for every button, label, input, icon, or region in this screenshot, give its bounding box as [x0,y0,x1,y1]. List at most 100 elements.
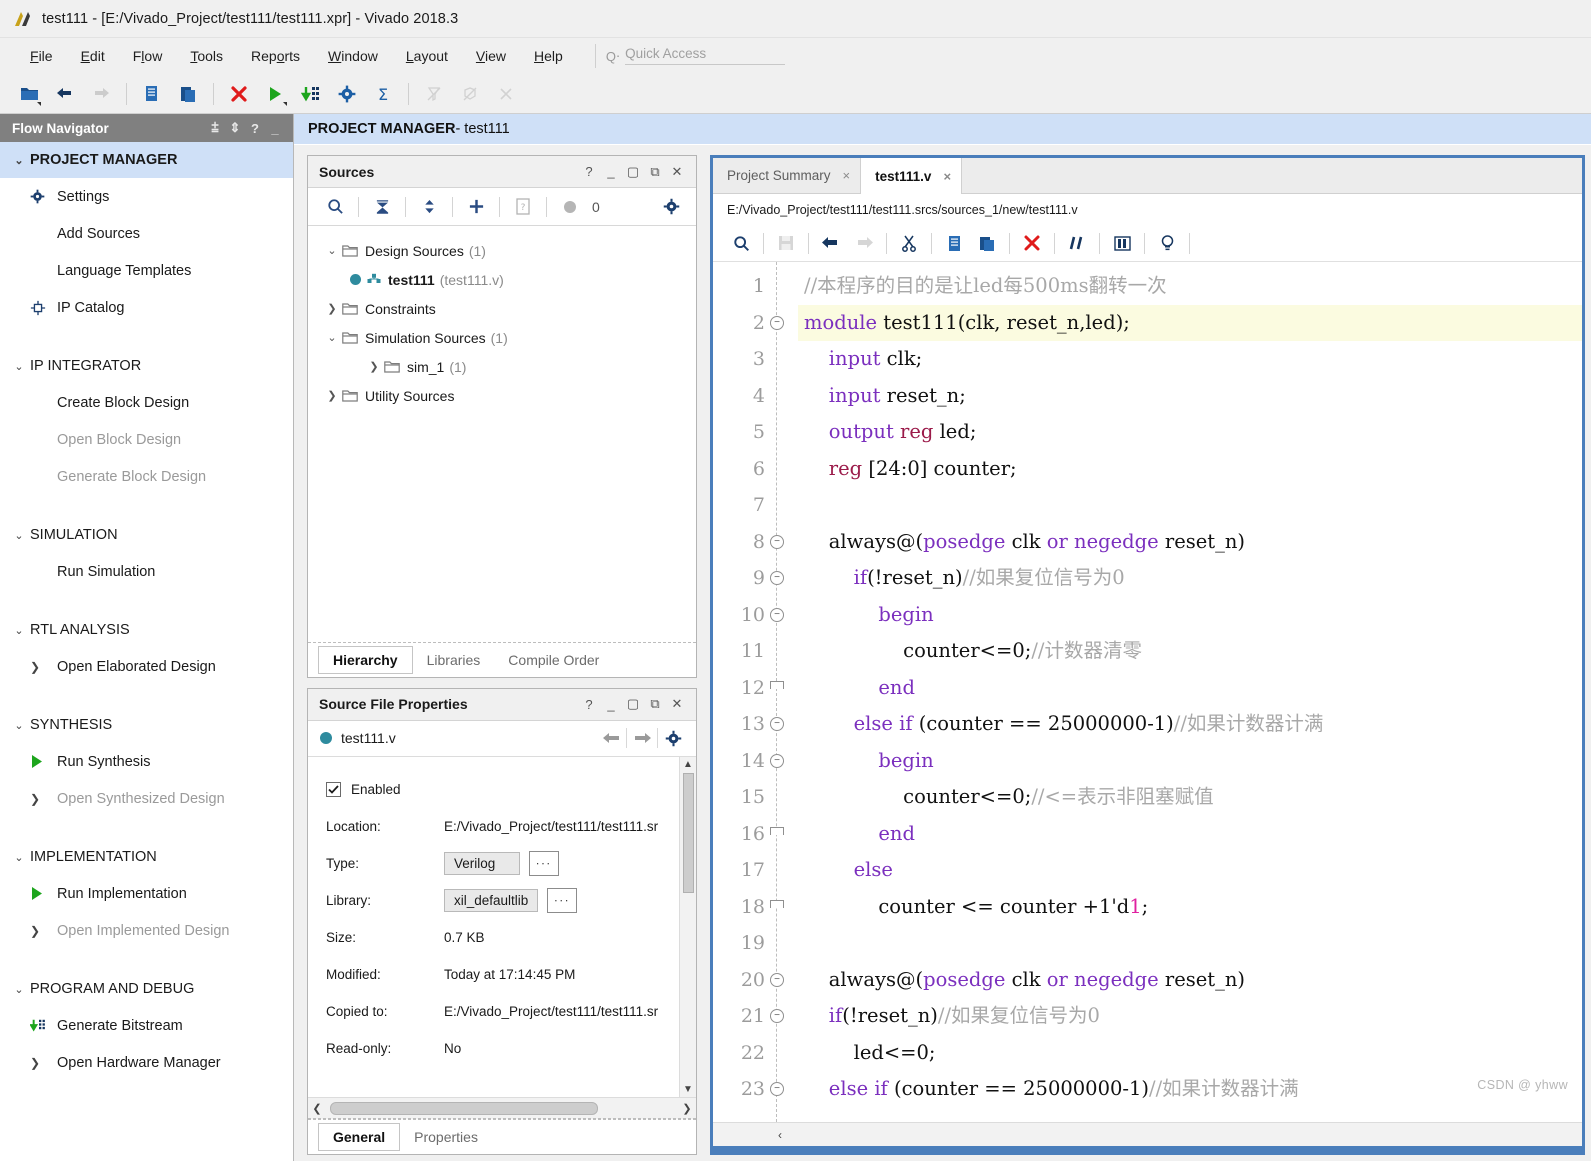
settings-gear-icon[interactable] [332,80,362,108]
code-line[interactable]: counter<=0;//<=表示非阻塞赋值 [798,779,1582,816]
code-line[interactable]: always@(posedge clk or negedge reset_n) [798,524,1582,561]
scroll-left-icon[interactable]: ❮ [308,1102,326,1115]
undo-icon[interactable] [815,229,847,257]
fold-collapse-icon[interactable]: − [770,1082,784,1096]
fold-end-icon[interactable] [770,826,784,835]
fn-item-generate-bitstream[interactable]: Generate Bitstream [0,1007,293,1044]
no-bitstream-icon[interactable] [491,80,521,108]
close-icon[interactable]: ✕ [666,164,688,180]
float-icon[interactable]: ⧉ [644,696,666,712]
fold-end-icon[interactable] [770,680,784,689]
scroll-down-icon[interactable]: ▼ [683,1084,693,1095]
tab-compile-order[interactable]: Compile Order [494,643,613,677]
editor-horizontal-scrollbar[interactable]: ‹ [713,1122,1582,1146]
fn-item-ip-catalog[interactable]: IP Catalog [0,289,293,326]
chevron-right-icon[interactable]: ❯ [322,302,342,315]
code-line[interactable]: if(!reset_n)//如果复位信号为0 [798,998,1582,1035]
tab-properties[interactable]: Properties [400,1120,492,1154]
tab-libraries[interactable]: Libraries [413,643,495,677]
redo-icon[interactable] [848,229,880,257]
fn-item-open-elaborated-design[interactable]: ❯ Open Elaborated Design [0,648,293,685]
close-icon[interactable]: × [943,169,951,184]
delete-icon[interactable] [224,80,254,108]
code-line[interactable]: always@(posedge clk or negedge reset_n) [798,962,1582,999]
maximize-icon[interactable]: ▢ [622,164,644,180]
code-line[interactable]: else if (counter == 25000000-1)//如果计数器计满 [798,1071,1582,1108]
paste-icon[interactable] [971,229,1003,257]
fn-section-simulation[interactable]: ⌄ SIMULATION [0,517,293,553]
scroll-track[interactable] [326,1101,678,1115]
fn-section-synthesis[interactable]: ⌄ SYNTHESIS [0,707,293,743]
tree-node-simulation-sources[interactable]: ⌄ Simulation Sources (1) [308,323,696,352]
code-line[interactable]: module test111(clk, reset_n,led); [798,304,1582,341]
tree-node-utility-sources[interactable]: ❯ Utility Sources [308,381,696,410]
tree-node-sim-1[interactable]: ❯ sim_1 (1) [308,352,696,381]
fold-collapse-icon[interactable]: − [770,972,784,987]
menu-view[interactable]: View [462,45,520,67]
code-line[interactable]: led<=0; [798,1035,1582,1072]
menu-flow[interactable]: Flow [119,45,177,67]
fn-item-open-block-design[interactable]: Open Block Design [0,421,293,458]
save-icon[interactable] [770,229,802,257]
code-line[interactable]: if(!reset_n)//如果复位信号为0 [798,560,1582,597]
no-implementation-icon[interactable] [455,80,485,108]
float-icon[interactable]: ⧉ [644,164,666,180]
chevron-down-icon[interactable]: ⌄ [322,331,342,344]
run-icon[interactable] [260,80,290,108]
minimize-icon[interactable]: _ [600,164,622,179]
code-line[interactable]: input clk; [798,341,1582,378]
type-browse-button[interactable]: ∙∙∙ [529,850,559,876]
code-line[interactable]: end [798,670,1582,707]
tab-hierarchy[interactable]: Hierarchy [318,645,413,674]
fold-collapse-icon[interactable]: − [770,315,784,330]
code-area[interactable]: 1 2 3 4 5 6 7 8 9 10 11 12 13 14 15 16 17 18 19 20 21 22 23 − −… [713,262,1582,1122]
code-line[interactable]: output reg led; [798,414,1582,451]
enabled-row[interactable]: Enabled [326,771,679,808]
menu-edit[interactable]: Edit [67,45,119,67]
editor-tab-project-summary[interactable]: Project Summary × [713,158,860,193]
menu-window[interactable]: Window [314,45,392,67]
code-line[interactable]: begin [798,743,1582,780]
library-value[interactable]: xil_defaultlib [444,888,539,912]
code-line[interactable]: //本程序的目的是让led每500ms翻转一次 [798,268,1582,305]
code-line[interactable]: reg [24:0] counter; [798,451,1582,488]
properties-vertical-scrollbar[interactable]: ▲ ▼ [679,756,696,1097]
open-project-icon[interactable] [14,80,44,108]
plus-icon[interactable] [461,194,491,220]
bulb-icon[interactable] [1151,229,1183,257]
help-icon[interactable]: ? [578,697,600,712]
code-line[interactable] [798,925,1582,962]
code-line[interactable]: counter<=0;//计数器清零 [798,633,1582,670]
delete-icon[interactable] [1016,229,1048,257]
quick-access-input[interactable] [625,45,786,65]
menu-help[interactable]: Help [520,45,577,67]
forward-arrow-icon[interactable] [627,731,657,745]
fn-section-rtl-analysis[interactable]: ⌄ RTL ANALYSIS [0,612,293,648]
fn-item-create-block-design[interactable]: Create Block Design [0,384,293,421]
help-icon[interactable]: ? [578,164,600,179]
menu-layout[interactable]: Layout [392,45,462,67]
tab-general[interactable]: General [318,1123,401,1151]
scroll-thumb[interactable] [330,1101,598,1115]
help-icon[interactable]: ? [245,121,265,136]
fold-collapse-icon[interactable]: − [770,717,784,731]
fn-item-open-implemented-design[interactable]: ❯ Open Implemented Design [0,912,293,949]
fn-item-run-simulation[interactable]: Run Simulation [0,553,293,590]
fold-collapse-icon[interactable]: − [770,571,784,585]
search-icon[interactable] [725,229,757,257]
library-browse-button[interactable]: ∙∙∙ [547,887,578,913]
fold-collapse-icon[interactable]: − [770,1009,784,1023]
report-icon[interactable]: ? [508,194,538,220]
fn-section-program-and-debug[interactable]: ⌄ PROGRAM AND DEBUG [0,971,293,1007]
fn-section-implementation[interactable]: ⌄ IMPLEMENTATION [0,839,293,875]
fn-section-project-manager[interactable]: ⌄ PROJECT MANAGER [0,142,293,178]
minimize-icon[interactable]: _ [265,121,285,136]
enabled-checkbox[interactable] [326,781,341,797]
code-lines[interactable]: //本程序的目的是让led每500ms翻转一次 module test111(cl… [798,262,1582,1122]
code-line[interactable] [798,487,1582,524]
collapse-all-icon[interactable]: ⩲ [205,120,225,136]
fold-collapse-icon[interactable]: − [770,753,784,768]
code-line[interactable]: begin [798,597,1582,634]
generate-bitstream-icon[interactable] [296,80,326,108]
columns-icon[interactable] [1106,229,1138,257]
